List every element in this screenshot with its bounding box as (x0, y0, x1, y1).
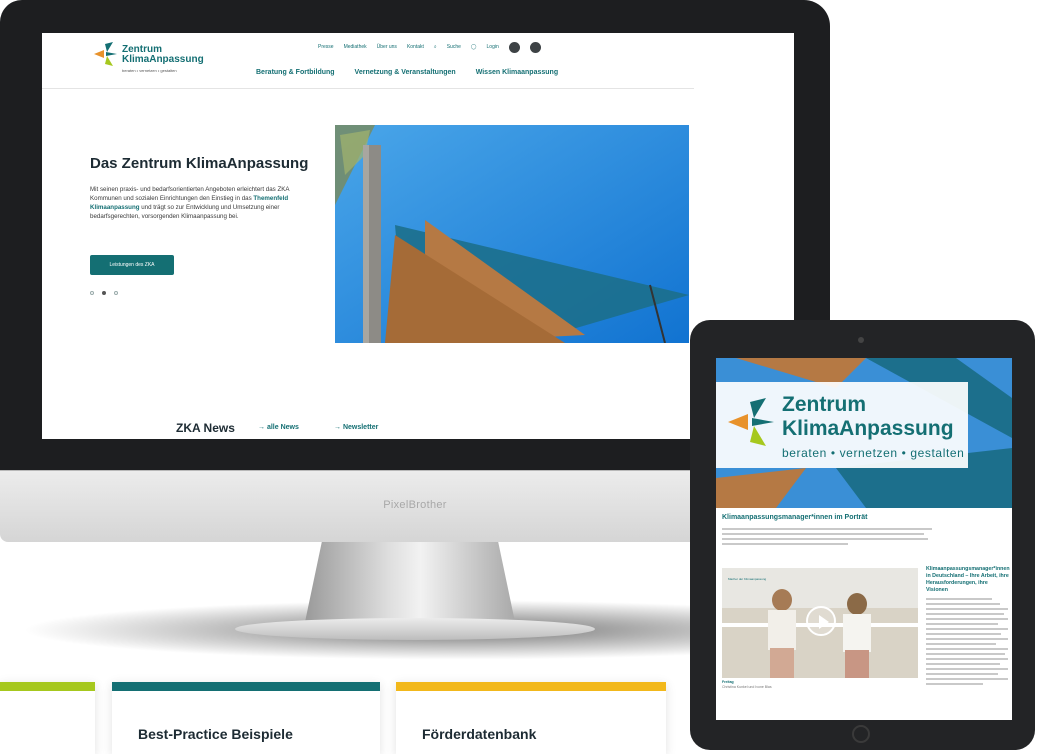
news-newsletter-link[interactable]: → Newsletter (334, 424, 378, 431)
tablet-home-button[interactable] (852, 725, 870, 743)
accessibility-icon[interactable] (508, 41, 520, 53)
main-nav: Beratung & Fortbildung Vernetzung & Vera… (256, 69, 558, 76)
language-icon[interactable] (529, 41, 541, 53)
logo-name-line2: KlimaAnpassung (122, 54, 204, 65)
meta-nav-presse[interactable]: Presse (318, 44, 334, 50)
logo-tagline: beraten • vernetzen • gestalten (122, 68, 177, 73)
tablet-logo-arrows-icon (728, 398, 774, 446)
card-foerderdatenbank[interactable]: Förderdatenbank (396, 682, 666, 754)
tablet-side-title: Klimaanpassungsmanager*innen in Deutschl… (926, 566, 1010, 593)
hero-cta-button[interactable]: Leistungen des ZKA (90, 255, 174, 275)
site-logo[interactable]: Zentrum KlimaAnpassung beraten • vernetz… (92, 41, 232, 83)
tablet-section-title: Klimaanpassungsmanager*innen im Porträt (722, 514, 868, 521)
news-all-link[interactable]: → alle News (258, 424, 299, 431)
carousel-dots (90, 291, 118, 295)
hero-title: Das Zentrum KlimaAnpassung (90, 155, 309, 172)
tablet-logo-tagline: beraten • vernetzen • gestalten (782, 446, 965, 460)
play-icon[interactable] (806, 606, 836, 636)
tablet-logo-name-line1: Zentrum (782, 393, 866, 416)
hero-text: Mit seinen praxis- und bedarfsorientiert… (90, 185, 312, 221)
logo-arrows-icon (94, 42, 117, 66)
monitor-stand-neck (305, 542, 515, 622)
card-best-practice-title: Best-Practice Beispiele (138, 726, 293, 742)
card-foerderdatenbank-title: Förderdatenbank (422, 726, 537, 742)
news-bar: ZKA News → alle News → Newsletter (42, 413, 694, 439)
tablet-video-caption: Freitag (722, 680, 734, 684)
meta-nav-mediathek[interactable]: Mediathek (344, 44, 367, 50)
nav-beratung[interactable]: Beratung & Fortbildung (256, 69, 335, 76)
carousel-dot-3[interactable] (114, 291, 118, 295)
news-title: ZKA News (176, 421, 235, 435)
carousel-dot-1[interactable] (90, 291, 94, 295)
user-icon[interactable]: ◯ (471, 44, 477, 50)
nav-wissen[interactable]: Wissen Klimaanpassung (476, 69, 558, 76)
tablet-logo-box: Zentrum KlimaAnpassung beraten • vernetz… (716, 382, 968, 468)
card-best-practice-bar (112, 682, 380, 691)
monitor-stand-base (235, 618, 595, 640)
card-left-bar (0, 682, 95, 691)
carousel-dot-2[interactable] (102, 291, 106, 295)
search-icon[interactable]: ⌕ (434, 44, 437, 50)
card-best-practice[interactable]: Best-Practice Beispiele (112, 682, 380, 754)
meta-nav-login[interactable]: Login (487, 44, 499, 50)
logo-name: Zentrum KlimaAnpassung (122, 45, 204, 65)
meta-nav-kontakt[interactable]: Kontakt (407, 44, 424, 50)
tablet-screen: Zentrum KlimaAnpassung beraten • vernetz… (716, 358, 1012, 720)
tablet-side-text (926, 598, 1008, 688)
meta-nav: Presse Mediathek Über uns Kontakt ⌕ Such… (318, 41, 541, 53)
tablet-intro-text (722, 528, 932, 550)
tablet-video-logo-text: Macher der Klimaanpassung (728, 577, 767, 581)
tablet-video-logo: Macher der Klimaanpassung (728, 574, 772, 592)
site-header: Zentrum KlimaAnpassung beraten • vernetz… (42, 33, 694, 89)
tablet-camera (858, 337, 864, 343)
tablet-video-caption2: Christina Kunkel und Ivone Blas (722, 685, 772, 689)
meta-nav-ueber-uns[interactable]: Über uns (377, 44, 397, 50)
monitor-screen: Zentrum KlimaAnpassung beraten • vernetz… (42, 33, 694, 439)
card-foerderdatenbank-bar (396, 682, 666, 691)
meta-nav-suche[interactable]: Suche (447, 44, 461, 50)
hero-image-sails (335, 125, 689, 343)
nav-vernetzung[interactable]: Vernetzung & Veranstaltungen (355, 69, 456, 76)
card-left[interactable] (0, 682, 95, 754)
tablet-device: Zentrum KlimaAnpassung beraten • vernetz… (690, 320, 1035, 750)
tablet-logo-name-line2: KlimaAnpassung (782, 417, 954, 440)
